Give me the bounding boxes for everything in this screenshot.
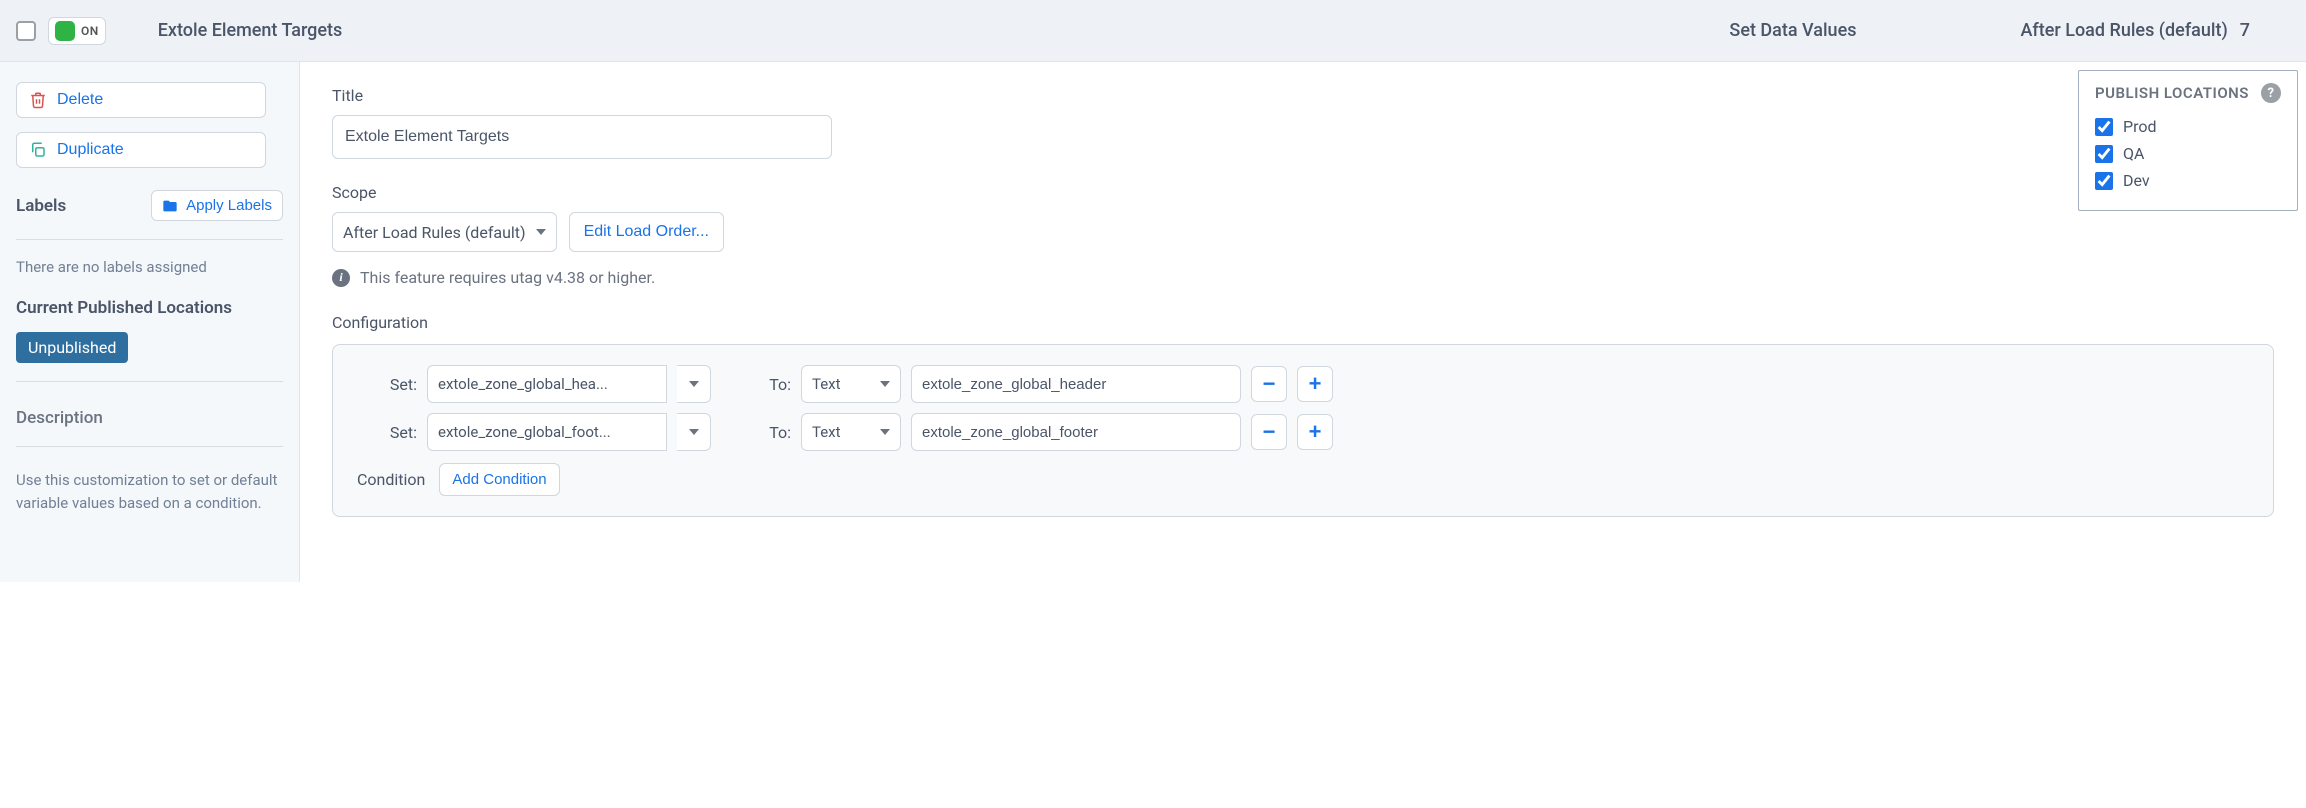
add-condition-button[interactable]: Add Condition [439,463,559,496]
variable-dropdown-button[interactable] [677,365,711,403]
set-label: Set: [357,375,417,394]
to-label: To: [751,375,791,394]
chevron-down-icon [880,381,890,387]
title-input[interactable] [332,115,832,159]
type-select-value: Text [812,375,841,393]
info-icon: i [332,269,350,287]
row-action: Set Data Values [1729,20,1856,41]
toggle-state-label: ON [81,24,99,38]
row-scope: After Load Rules (default) [2020,20,2227,41]
publish-option[interactable]: Prod [2095,117,2281,136]
value-input[interactable] [911,413,1241,451]
delete-label: Delete [57,91,103,109]
plus-icon: + [1309,371,1322,397]
chevron-down-icon [536,229,546,235]
duplicate-label: Duplicate [57,141,124,159]
labels-empty-message: There are no labels assigned [16,258,283,276]
publish-checkbox-prod[interactable] [2095,118,2113,136]
description-text: Use this customization to set or default… [16,465,283,514]
folder-icon [162,198,178,214]
apply-labels-label: Apply Labels [186,197,272,214]
publish-option-label: QA [2123,144,2144,163]
duplicate-button[interactable]: Duplicate [16,132,266,168]
add-row-button[interactable]: + [1297,366,1333,402]
status-toggle[interactable]: ON [48,17,106,45]
copy-icon [29,141,47,159]
remove-row-button[interactable]: − [1251,414,1287,450]
variable-select[interactable]: extole_zone_global_hea... [427,365,667,403]
publish-checkbox-qa[interactable] [2095,145,2113,163]
row-select-checkbox[interactable] [16,21,36,41]
minus-icon: − [1263,371,1276,397]
help-icon[interactable]: ? [2261,83,2281,103]
configuration-heading: Configuration [332,313,2274,332]
set-label: Set: [357,423,417,442]
publish-option-label: Dev [2123,171,2150,190]
published-status-badge: Unpublished [16,332,128,363]
divider [16,381,283,382]
caret-down-icon [689,429,699,435]
delete-button[interactable]: Delete [16,82,266,118]
to-label: To: [751,423,791,442]
trash-icon [29,91,47,109]
variable-select[interactable]: extole_zone_global_foot... [427,413,667,451]
scope-field-label: Scope [332,183,2274,202]
chevron-down-icon [880,429,890,435]
published-locations-heading: Current Published Locations [16,298,283,318]
publish-checkbox-dev[interactable] [2095,172,2113,190]
condition-label: Condition [357,470,425,489]
value-input[interactable] [911,365,1241,403]
type-select[interactable]: Text [801,365,901,403]
info-message: i This feature requires utag v4.38 or hi… [332,268,2274,287]
publish-option[interactable]: QA [2095,144,2281,163]
type-select-value: Text [812,423,841,441]
scope-select[interactable]: After Load Rules (default) [332,212,557,252]
add-row-button[interactable]: + [1297,414,1333,450]
plus-icon: + [1309,419,1322,445]
type-select[interactable]: Text [801,413,901,451]
description-heading: Description [16,408,283,428]
main-panel: Title Scope After Load Rules (default) E… [300,62,2306,582]
divider [16,239,283,240]
remove-row-button[interactable]: − [1251,366,1287,402]
apply-labels-button[interactable]: Apply Labels [151,190,283,221]
variable-dropdown-button[interactable] [677,413,711,451]
publish-locations-panel: PUBLISH LOCATIONS ? Prod QA Dev [2078,70,2298,211]
caret-down-icon [689,381,699,387]
list-row-header: ON Extole Element Targets Set Data Value… [0,0,2306,62]
row-number: 7 [2240,20,2250,41]
config-row: Set: extole_zone_global_foot... To: Text… [357,413,2249,451]
publish-option[interactable]: Dev [2095,171,2281,190]
publish-locations-title: PUBLISH LOCATIONS [2095,84,2249,102]
publish-option-label: Prod [2123,117,2157,136]
sidebar: Delete Duplicate Labels Apply Labels The… [0,62,300,582]
edit-load-order-button[interactable]: Edit Load Order... [569,212,724,252]
toggle-knob-icon [55,21,75,41]
divider [16,446,283,447]
title-field-label: Title [332,86,2274,105]
row-title: Extole Element Targets [158,20,343,41]
scope-select-value: After Load Rules (default) [343,223,526,242]
labels-heading: Labels [16,196,66,216]
configuration-panel: Set: extole_zone_global_hea... To: Text … [332,344,2274,517]
info-text: This feature requires utag v4.38 or high… [360,268,655,287]
config-row: Set: extole_zone_global_hea... To: Text … [357,365,2249,403]
minus-icon: − [1263,419,1276,445]
